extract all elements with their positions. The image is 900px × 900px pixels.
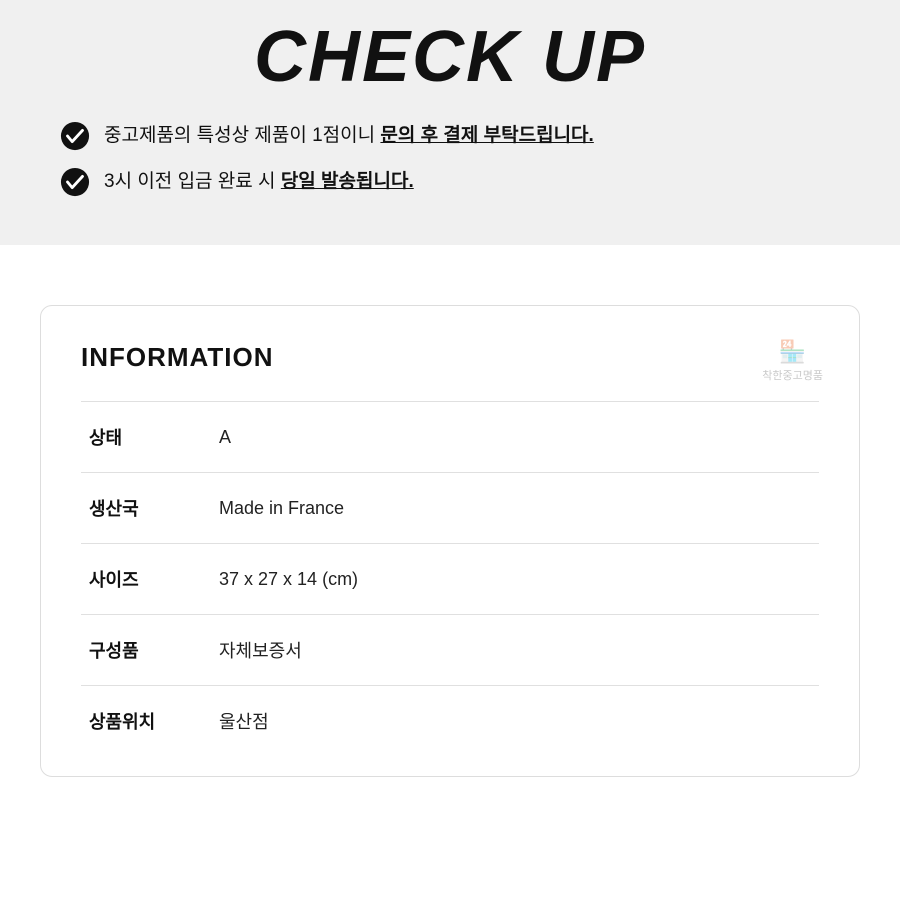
checkmark-icon-1 [60,121,90,151]
table-row: 생산국Made in France [81,473,819,544]
checklist-item-2: 3시 이전 입금 완료 시 당일 발송됩니다. [60,167,840,197]
spacer [0,245,900,305]
checklist-item-1-text: 중고제품의 특성상 제품이 1점이니 문의 후 결제 부탁드립니다. [104,122,594,151]
info-table: 상태A생산국Made in France사이즈37 x 27 x 14 (cm)… [81,401,819,756]
table-label: 구성품 [81,615,211,686]
checkmark-icon-2 [60,167,90,197]
table-label: 상품위치 [81,686,211,757]
info-card: INFORMATION 🏪 착한중고명품 상태A생산국Made in Franc… [40,305,860,777]
brand-icon: 🏪 [762,338,823,367]
table-value: 울산점 [211,686,819,757]
table-value: 자체보증서 [211,615,819,686]
table-row: 상태A [81,402,819,473]
brand-text: 착한중고명품 [762,370,823,382]
table-value: Made in France [211,473,819,544]
checklist-item-2-text: 3시 이전 입금 완료 시 당일 발송됩니다. [104,168,414,197]
brand-watermark: 🏪 착한중고명품 [762,338,823,383]
table-label: 생산국 [81,473,211,544]
info-card-title: INFORMATION [81,342,819,373]
table-row: 구성품자체보증서 [81,615,819,686]
checklist-item-1: 중고제품의 특성상 제품이 1점이니 문의 후 결제 부탁드립니다. [60,121,840,151]
table-label: 사이즈 [81,544,211,615]
table-label: 상태 [81,402,211,473]
header-section: CHECK UP 중고제품의 특성상 제품이 1점이니 문의 후 결제 부탁드립… [0,0,900,245]
table-value: 37 x 27 x 14 (cm) [211,544,819,615]
table-value: A [211,402,819,473]
table-row: 사이즈37 x 27 x 14 (cm) [81,544,819,615]
checklist: 중고제품의 특성상 제품이 1점이니 문의 후 결제 부탁드립니다. 3시 이전… [60,121,840,213]
page-title: CHECK UP [60,18,840,97]
table-row: 상품위치울산점 [81,686,819,757]
